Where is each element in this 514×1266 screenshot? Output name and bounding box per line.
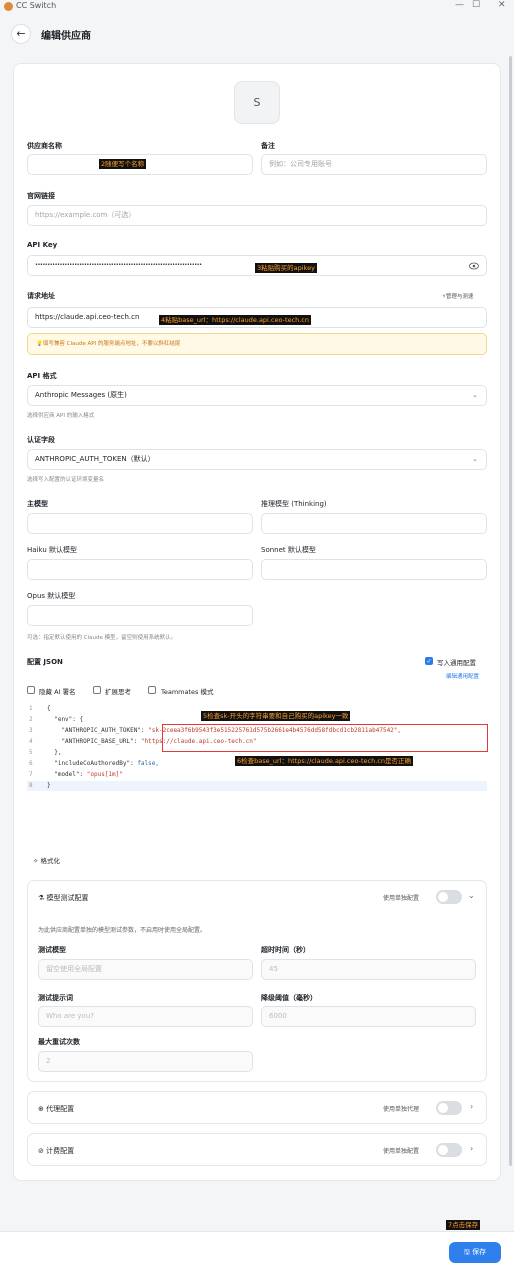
code-line: 8} [27, 781, 487, 791]
name-label: 供应商名称 [27, 142, 62, 150]
thinking-model-input[interactable] [261, 513, 487, 534]
endpoint-manage-link[interactable]: ⚡管理与测速 [442, 292, 473, 300]
teammates-label: Teammates 模式 [161, 688, 214, 696]
tag-icon: ⊘ [38, 1147, 47, 1155]
app-icon [4, 2, 13, 11]
window-title: CC Switch [16, 1, 57, 10]
wand-icon: ✧ [33, 857, 41, 865]
haiku-input[interactable] [27, 559, 253, 580]
proxy-toggle-label: 使用单独代理 [383, 1106, 420, 1113]
auth-select[interactable]: ANTHROPIC_AUTH_TOKEN（默认） ⌄ [27, 449, 487, 470]
hide-ai-sign-checkbox[interactable] [27, 686, 35, 694]
test-model-label: 测试模型 [38, 946, 66, 954]
degrade-label: 降级阈值（毫秒） [261, 994, 317, 1002]
degrade-input[interactable]: 6000 [261, 1006, 476, 1027]
proxy-section[interactable]: ⊕ 代理配置 使用单独代理 › [27, 1091, 487, 1124]
note-input[interactable]: 例如：公司专用账号 [261, 154, 487, 175]
bulb-icon: 💡 [36, 341, 43, 347]
website-input[interactable]: https://example.com（可选） [27, 205, 487, 226]
window-titlebar: CC Switch — ☐ ✕ [0, 0, 514, 14]
model-test-desc: 为此供应商配置单独的模型测试参数，不启用时使用全局配置。 [38, 927, 207, 934]
save-button[interactable]: 🖫 保存 [449, 1242, 501, 1263]
format-button[interactable]: ✧ 格式化 [33, 855, 60, 865]
billing-toggle[interactable] [436, 1143, 462, 1157]
annotation-5: 5检查sk-开头的字符串要和自己购买的apikey一致 [201, 711, 351, 721]
back-button[interactable]: ← [11, 24, 31, 44]
bottom-action-bar [0, 1231, 514, 1266]
apikey-label: API Key [27, 241, 58, 249]
chevron-down-icon: ⌄ [472, 391, 478, 399]
opus-input[interactable] [27, 605, 253, 626]
models-hint: 可选：指定默认使用的 Claude 模型，留空则使用系统默认。 [27, 635, 177, 641]
apikey-value: ••••••••••••••••••••••••••••••••••••••••… [35, 262, 202, 268]
chevron-right-icon[interactable]: › [470, 1102, 473, 1111]
timeout-input[interactable]: 45 [261, 959, 476, 980]
extended-thinking-checkbox[interactable] [93, 686, 101, 694]
annotation-2: 2随便写个名称 [99, 159, 147, 169]
auth-hint: 选择写入配置的认证环境变量名 [27, 477, 105, 483]
thinking-model-label: 推理模型 (Thinking) [261, 500, 327, 508]
proxy-toggle[interactable] [436, 1101, 462, 1115]
edit-common-link[interactable]: 编辑通用配置 [446, 672, 479, 680]
model-test-toggle[interactable] [436, 890, 462, 904]
retry-input[interactable]: 2 [38, 1051, 253, 1072]
config-json-label: 配置 JSON [27, 658, 63, 666]
model-test-header[interactable]: ⚗ 模型测试配置 [38, 893, 89, 903]
main-model-label: 主模型 [27, 500, 48, 508]
close-button[interactable]: ✕ [498, 0, 506, 10]
write-common-checkbox[interactable]: ✓ [425, 657, 433, 665]
billing-toggle-label: 使用单独配置 [383, 1148, 420, 1155]
prompt-input[interactable]: Who are you? [38, 1006, 253, 1027]
page-header: ← 编辑供应商 [0, 18, 514, 50]
hide-ai-sign-label: 隐藏 AI 署名 [39, 688, 76, 696]
minimize-button[interactable]: — [455, 0, 464, 10]
api-format-hint: 选择供应商 API 的输入格式 [27, 413, 95, 419]
test-model-input[interactable]: 留空使用全局配置 [38, 959, 253, 980]
write-common-label: 写入通用配置 [437, 659, 476, 667]
globe-icon: ⊕ [38, 1105, 47, 1113]
extended-thinking-label: 扩展思考 [105, 688, 131, 696]
scrollbar[interactable] [509, 56, 512, 1166]
code-line: 7 "model": "opus[1m]" [29, 771, 123, 778]
billing-section[interactable]: ⊘ 计费配置 使用单独配置 › [27, 1133, 487, 1166]
endpoint-warning: 💡填写兼容 Claude API 的服务端点地址，不要以斜杠结尾 [27, 333, 487, 355]
retry-label: 最大重试次数 [38, 1038, 80, 1046]
highlight-box [162, 724, 488, 752]
chevron-down-icon: ⌄ [472, 455, 478, 463]
opus-label: Opus 默认模型 [27, 592, 76, 600]
haiku-label: Haiku 默认模型 [27, 546, 77, 554]
provider-avatar[interactable]: S [234, 81, 280, 124]
page-title: 编辑供应商 [41, 31, 91, 42]
sonnet-label: Sonnet 默认模型 [261, 546, 316, 554]
website-label: 官网链接 [27, 192, 55, 200]
maximize-button[interactable]: ☐ [472, 0, 480, 10]
timeout-label: 超时时间（秒） [261, 946, 310, 954]
model-test-section: ⚗ 模型测试配置 使用单独配置 ⌄ 为此供应商配置单独的模型测试参数，不启用时使… [27, 880, 487, 1082]
note-label: 备注 [261, 142, 275, 150]
annotation-4: 4粘贴base_url：https://claude.api.ceo-tech.… [159, 315, 311, 325]
prompt-label: 测试提示词 [38, 994, 73, 1002]
chevron-down-icon[interactable]: ⌄ [468, 891, 475, 900]
model-test-toggle-label: 使用单独配置 [383, 895, 420, 902]
annotation-3: 3粘贴购买的apikey [255, 263, 317, 273]
main-model-input[interactable] [27, 513, 253, 534]
annotation-7: 7点击保存 [446, 1220, 481, 1230]
teammates-checkbox[interactable] [148, 686, 156, 694]
api-format-select[interactable]: Anthropic Messages (原生) ⌄ [27, 385, 487, 406]
api-format-label: API 格式 [27, 372, 57, 380]
save-icon: 🖫 [463, 1248, 473, 1256]
flask-icon: ⚗ [38, 894, 47, 902]
auth-label: 认证字段 [27, 436, 55, 444]
proxy-header: ⊕ 代理配置 [38, 1105, 75, 1113]
endpoint-label: 请求地址 [27, 292, 55, 300]
annotation-6: 6检查base_url：https://claude.api.ceo-tech.… [235, 756, 413, 766]
eye-icon[interactable] [469, 262, 479, 270]
chevron-right-icon[interactable]: › [470, 1144, 473, 1153]
sonnet-input[interactable] [261, 559, 487, 580]
billing-header: ⊘ 计费配置 [38, 1147, 75, 1155]
